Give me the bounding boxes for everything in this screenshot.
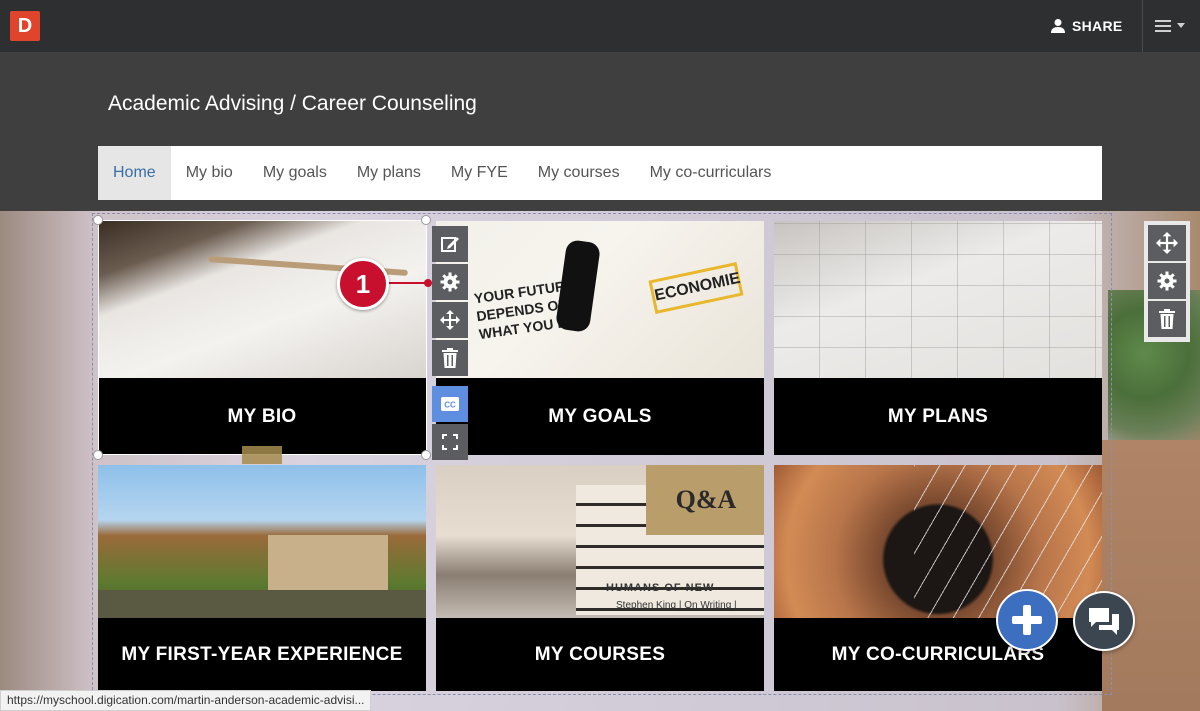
tile-caption: MY FIRST-YEAR EXPERIENCE <box>98 618 426 691</box>
hamburger-icon <box>1155 20 1171 32</box>
resize-handle-bottom-right[interactable] <box>421 450 431 460</box>
delete-button[interactable] <box>432 340 468 376</box>
digication-logo[interactable]: D <box>10 11 40 41</box>
page-navigation: Home My bio My goals My plans My FYE My … <box>98 146 1102 200</box>
nav-item-my-plans[interactable]: My plans <box>342 146 436 200</box>
main-menu-button[interactable] <box>1150 14 1190 38</box>
resize-handle-bottom-left[interactable] <box>93 450 103 460</box>
closed-caption-icon: CC <box>441 397 459 411</box>
tile-my-plans[interactable]: MY PLANS <box>774 221 1102 455</box>
selected-tile-outline <box>98 220 427 455</box>
chat-icon <box>1089 608 1119 635</box>
closed-caption-button[interactable]: CC <box>432 386 468 422</box>
tile-caption: MY COURSES <box>436 618 764 691</box>
chat-button[interactable] <box>1073 591 1135 651</box>
resize-handle-top-right[interactable] <box>421 215 431 225</box>
caret-down-icon <box>1177 23 1185 28</box>
tile-caption: MY GOALS <box>436 378 764 455</box>
trash-icon <box>442 348 458 368</box>
guitar-image <box>774 465 1102 622</box>
book-stack-image: HUMANS OF NEW Stephen King | On Writing … <box>436 465 764 622</box>
tile-my-courses[interactable]: HUMANS OF NEW Stephen King | On Writing … <box>436 465 764 695</box>
edit-button[interactable] <box>432 226 468 262</box>
book-title-2: Stephen King | On Writing | <box>616 600 737 611</box>
share-label: SHARE <box>1072 18 1123 34</box>
user-icon <box>1051 19 1065 33</box>
calendar-grid <box>774 221 1102 378</box>
svg-text:CC: CC <box>444 401 456 410</box>
section-toolbar <box>1144 221 1190 342</box>
college-bridge-image <box>98 465 426 622</box>
callout-dot <box>424 279 432 287</box>
resize-handle-top-left[interactable] <box>93 215 103 225</box>
tile-drop-tab[interactable] <box>242 446 282 464</box>
tile-my-first-year-experience[interactable]: MY FIRST-YEAR EXPERIENCE <box>98 465 426 695</box>
nav-item-my-co-curriculars[interactable]: My co-curriculars <box>635 146 787 200</box>
top-bar: D SHARE <box>0 0 1200 52</box>
tile-caption: MY PLANS <box>774 378 1102 455</box>
edit-icon <box>441 237 459 252</box>
gear-icon <box>440 272 460 292</box>
move-icon <box>1156 232 1178 254</box>
nav-item-my-courses[interactable]: My courses <box>523 146 635 200</box>
nav-item-home[interactable]: Home <box>98 146 171 200</box>
nav-item-my-bio[interactable]: My bio <box>171 146 248 200</box>
fullscreen-icon <box>442 434 458 450</box>
callout-badge: 1 <box>337 258 389 310</box>
gear-icon <box>1157 271 1177 291</box>
section-move-button[interactable] <box>1148 225 1186 261</box>
section-delete-button[interactable] <box>1148 301 1186 337</box>
desk-background <box>1102 440 1200 711</box>
tile-my-co-curriculars[interactable]: MY CO-CURRICULARS <box>774 465 1102 695</box>
plus-icon <box>1012 605 1042 635</box>
goals-sticker-text: ECONOMIE <box>653 269 742 305</box>
fullscreen-button[interactable] <box>432 424 468 460</box>
tile-my-goals[interactable]: YOUR FUTURE DEPENDS ON WHAT YOU DO ECONO… <box>436 221 764 455</box>
book-title-1: HUMANS OF NEW <box>606 582 715 594</box>
nav-item-my-fye[interactable]: My FYE <box>436 146 523 200</box>
nav-item-my-goals[interactable]: My goals <box>248 146 342 200</box>
goals-notes-image: YOUR FUTURE DEPENDS ON WHAT YOU DO ECONO… <box>436 221 764 378</box>
add-content-button[interactable] <box>996 589 1058 651</box>
qa-box-text: Q&A <box>675 485 737 514</box>
section-settings-button[interactable] <box>1148 263 1186 299</box>
trash-icon <box>1159 309 1175 329</box>
qa-box-shape: Q&A <box>646 465 764 535</box>
share-button[interactable]: SHARE <box>1050 16 1123 36</box>
planner-calendar-image <box>774 221 1102 378</box>
settings-button[interactable] <box>432 264 468 300</box>
page-title: Academic Advising / Career Counseling <box>108 92 477 115</box>
move-icon <box>440 310 460 330</box>
move-button[interactable] <box>432 302 468 338</box>
goals-sticker: ECONOMIE <box>648 262 744 314</box>
menu-divider <box>1142 0 1143 52</box>
status-bar-url: https://myschool.digication.com/martin-a… <box>0 690 372 711</box>
